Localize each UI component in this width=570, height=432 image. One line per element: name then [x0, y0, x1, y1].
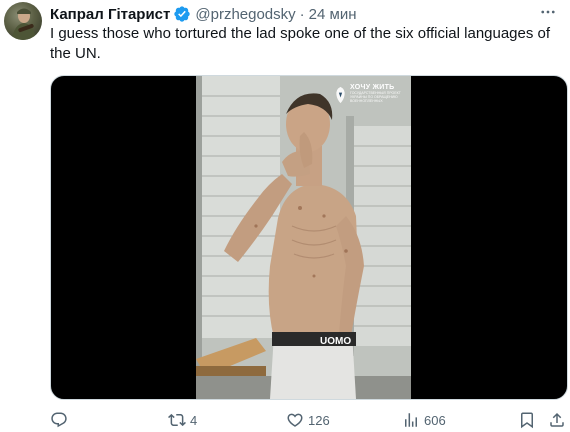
- tweet-text: I guess those who tortured the lad spoke…: [50, 25, 551, 62]
- share-button[interactable]: [548, 410, 566, 430]
- reply-icon: [51, 412, 67, 428]
- tweet-timestamp[interactable]: 24 мин: [309, 6, 357, 23]
- retweet-count: 4: [190, 412, 198, 428]
- media-watermark: ХОЧУ ЖИТЬ ГОСУДАРСТВЕННЫЙ ПРОЕКТ УКРАИНЫ…: [334, 84, 404, 120]
- watermark-title: ХОЧУ ЖИТЬ: [350, 84, 395, 91]
- retweet-icon: [168, 413, 186, 427]
- verified-badge-icon: [173, 5, 191, 23]
- bookmark-icon: [521, 412, 533, 429]
- like-icon: [287, 413, 303, 427]
- bookmark-button[interactable]: [518, 410, 536, 430]
- views-count: 606: [424, 412, 446, 428]
- author-name[interactable]: Капрал Гітарист: [50, 6, 170, 23]
- tweet-media[interactable]: UOMO ХОЧУ ЖИТЬ ГОСУДАРСТВЕННЫЙ ПРОЕКТ УК…: [50, 75, 568, 400]
- tweet-header: Капрал Гітарист @przhegodsky · 24 мин: [50, 4, 356, 24]
- share-icon: [550, 412, 564, 427]
- media-photo: UOMO ХОЧУ ЖИТЬ ГОСУДАРСТВЕННЫЙ ПРОЕКТ УК…: [196, 76, 411, 399]
- author-handle[interactable]: @przhegodsky: [195, 6, 295, 23]
- watermark-logo-icon: [336, 86, 345, 104]
- tweet-actions: 4 126 606: [50, 410, 566, 432]
- waistband-text: UOMO: [320, 336, 351, 347]
- like-count: 126: [308, 412, 330, 428]
- retweet-button[interactable]: 4: [168, 410, 197, 430]
- views-icon: [405, 413, 417, 427]
- author-avatar[interactable]: [4, 2, 42, 40]
- more-icon[interactable]: [538, 2, 558, 22]
- like-button[interactable]: 126: [286, 410, 330, 430]
- watermark-subtitle: ГОСУДАРСТВЕННЫЙ ПРОЕКТ УКРАИНЫ ПО ОБРАЩЕ…: [350, 91, 401, 103]
- reply-button[interactable]: [50, 410, 72, 430]
- separator: ·: [299, 5, 305, 23]
- views-button[interactable]: 606: [402, 410, 446, 430]
